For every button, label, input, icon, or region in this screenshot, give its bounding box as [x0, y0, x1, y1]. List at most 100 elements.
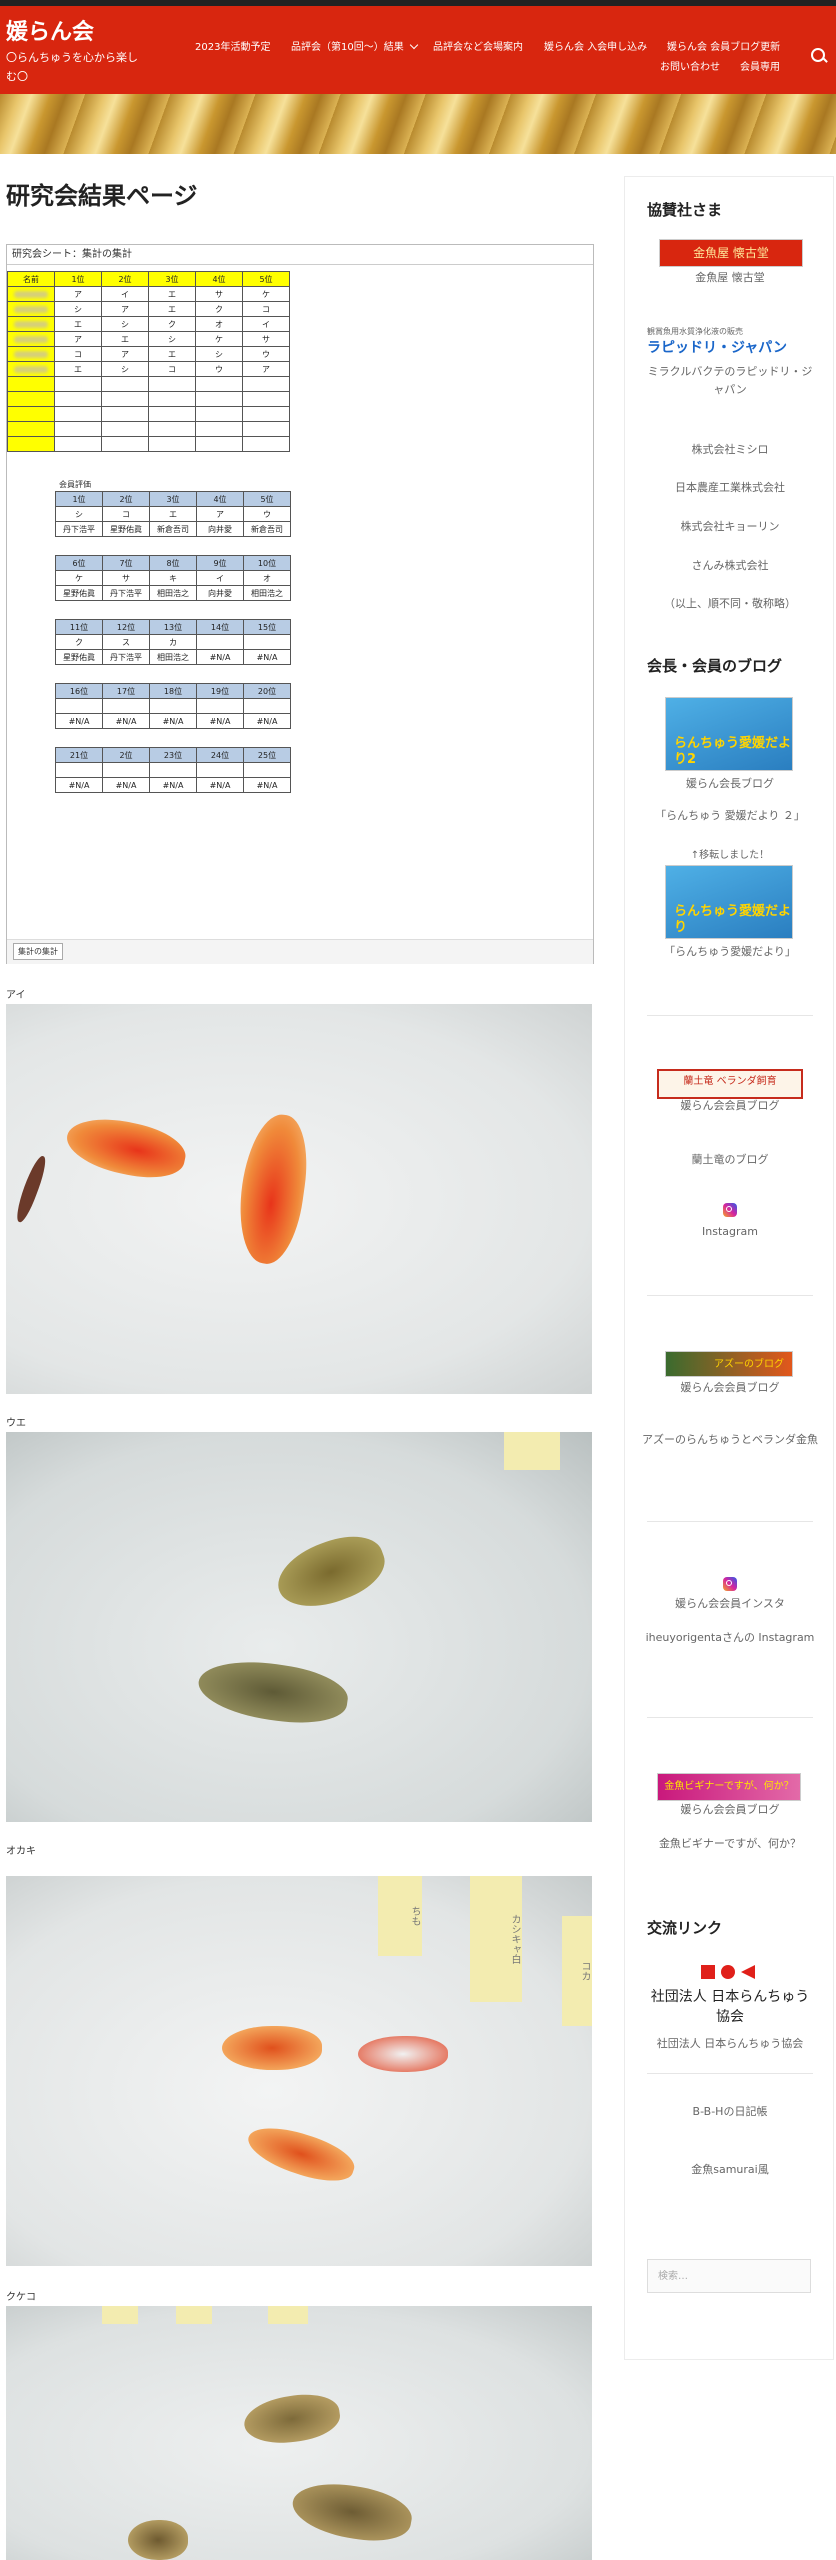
- grid-cell: コ: [242, 301, 290, 317]
- chevron-down-icon: [409, 40, 418, 50]
- nav-item-blog-update[interactable]: 媛らん会 会員ブログ更新: [667, 38, 780, 53]
- result-table-5: 21位 2位 23位 24位 25位 #N/A #N/A #N/A #N/A #N/A: [7, 747, 291, 793]
- exchange-link[interactable]: B-B-Hの日記帳: [625, 2103, 835, 2121]
- fish-photo-3[interactable]: ちも カシキャ白 コカ: [6, 1876, 592, 2266]
- blog-banner[interactable]: アズーのブログ: [665, 1351, 793, 1377]
- blurred-name: [7, 331, 55, 347]
- sponsor-caption[interactable]: 金魚屋 懐古堂: [625, 269, 835, 287]
- rank-header: 2位: [102, 747, 150, 763]
- fish-photo-2[interactable]: [6, 1432, 592, 1822]
- grid-header: 2位: [101, 271, 149, 287]
- sponsor-logo[interactable]: 金魚屋 懐古堂: [659, 239, 803, 267]
- grid-cell: コ: [148, 361, 196, 377]
- association-logo-mark[interactable]: [701, 1963, 759, 1981]
- rank-header: 13位: [149, 619, 197, 635]
- sponsor-caption[interactable]: ミラクルバクテのラピッドリ・ジャパン: [643, 363, 817, 399]
- sidebar-search-input[interactable]: 検索…: [647, 2259, 811, 2293]
- blog-link[interactable]: 金魚ビギナーですが、何か？: [625, 1835, 835, 1853]
- sponsor-logo-text[interactable]: ラピッドリ・ジャパン: [647, 339, 836, 357]
- search-icon[interactable]: [811, 48, 825, 62]
- sheet-footer: [7, 939, 593, 964]
- owner-name: 星野佑眞: [55, 585, 103, 601]
- fish-code: [243, 634, 291, 650]
- owner-name: #N/A: [149, 777, 197, 793]
- grid-header: 4位: [195, 271, 243, 287]
- sponsors-heading: 協賛社さま: [647, 201, 723, 219]
- owner-name: 相田浩之: [243, 585, 291, 601]
- blog-link[interactable]: 「らんちゅう 愛媛だより ２」: [625, 807, 835, 825]
- insta-caption: 媛らん会会員インスタ: [675, 1597, 785, 1610]
- grid-cell: イ: [101, 286, 149, 302]
- sticky-note: [268, 2306, 308, 2324]
- blurred-name: [7, 346, 55, 362]
- blog-link[interactable]: 「らんちゅう愛媛だより」: [625, 943, 835, 961]
- fish-code: [243, 698, 291, 714]
- grid-cell: シ: [101, 316, 149, 332]
- grid-cell: エ: [101, 331, 149, 347]
- grid-cell: ア: [101, 301, 149, 317]
- goldfish: [288, 2475, 416, 2549]
- nav-item-schedule[interactable]: 2023年活動予定: [195, 38, 270, 53]
- fish-code: [102, 698, 150, 714]
- association-logo-text[interactable]: 社団法人 日本らんちゅう協会: [645, 1987, 815, 2027]
- links-heading: 交流リンク: [647, 1919, 723, 1937]
- owner-name: 新倉吾司: [243, 521, 291, 537]
- grid-cell: エ: [54, 316, 102, 332]
- grid-cell: サ: [195, 286, 243, 302]
- rank-header: 9位: [196, 555, 244, 571]
- grid-header: 5位: [242, 271, 290, 287]
- blog-thumbnail[interactable]: らんちゅう愛媛だより: [665, 865, 793, 939]
- blog-link[interactable]: 蘭土竜のブログ: [625, 1151, 835, 1169]
- grid-cell: シ: [195, 346, 243, 362]
- link-caption[interactable]: 社団法人 日本らんちゅう協会: [625, 2035, 835, 2053]
- owner-name: #N/A: [243, 777, 291, 793]
- rank-header: 16位: [55, 683, 103, 699]
- fish-code: [243, 762, 291, 778]
- owner-name: #N/A: [102, 713, 150, 729]
- divider: [647, 2073, 813, 2074]
- goldfish: [231, 1110, 315, 1268]
- grid-cell: ケ: [195, 331, 243, 347]
- fish-photo-4[interactable]: [6, 2306, 592, 2560]
- fish-code: キ: [149, 570, 197, 586]
- grid-cell: エ: [54, 361, 102, 377]
- instagram-icon[interactable]: [723, 1203, 737, 1217]
- blurred-name: [7, 316, 55, 332]
- rank-header: 11位: [55, 619, 103, 635]
- instagram-link[interactable]: Instagram: [625, 1223, 835, 1241]
- fish-code: カ: [149, 634, 197, 650]
- blurred-name: [7, 361, 55, 377]
- owner-name: #N/A: [55, 777, 103, 793]
- owner-name: 星野佑眞: [102, 521, 150, 537]
- nav-item-join[interactable]: 媛らん会 入会申し込み: [544, 38, 647, 53]
- blog-caption: 媛らん会長ブログ: [686, 777, 774, 790]
- nav-item-members[interactable]: 会員専用: [740, 58, 780, 73]
- gold-banner: [0, 94, 836, 154]
- blog-banner[interactable]: 蘭土竜 ベランダ飼育: [657, 1069, 803, 1099]
- instagram-icon[interactable]: [723, 1577, 737, 1591]
- blog-link[interactable]: アズーのらんちゅうとベランダ金魚: [639, 1431, 821, 1449]
- rank-header: 5位: [243, 491, 291, 507]
- insta-link[interactable]: iheuyorigentaさんの Instagram: [625, 1629, 835, 1647]
- vote-grid: 名前 1位 2位 3位 4位 5位 アイエサケ シアエクコ エシクオイ アエシケ…: [7, 271, 290, 452]
- owner-name: 向井愛: [196, 585, 244, 601]
- rank-header: 18位: [149, 683, 197, 699]
- owner-name: #N/A: [196, 713, 244, 729]
- fish-code: [149, 762, 197, 778]
- divider: [647, 1295, 813, 1296]
- rank-header: 24位: [196, 747, 244, 763]
- owner-name: 丹下浩平: [55, 521, 103, 537]
- nav-item-results-label: 品評会（第10回〜）結果: [291, 42, 404, 53]
- exchange-link[interactable]: 金魚samurai風: [625, 2161, 835, 2179]
- nav-item-venue[interactable]: 品評会など会場案内: [433, 38, 523, 53]
- fish-code: コ: [102, 506, 150, 522]
- blog-caption: 媛らん会会員ブログ: [680, 1099, 780, 1112]
- sticky-note: ちも: [378, 1876, 422, 1956]
- result-table-3: 11位 12位 13位 14位 15位 クスカ 星野佑眞 丹下浩平 相田浩之 #N/A #N/A: [7, 619, 291, 665]
- nav-item-results[interactable]: 品評会（第10回〜）結果: [291, 38, 418, 53]
- nav-item-contact[interactable]: お問い合わせ: [660, 58, 720, 73]
- fish-photo-1[interactable]: [6, 1004, 592, 1394]
- blog-thumbnail[interactable]: らんちゅう愛媛だより2: [665, 697, 793, 771]
- blog-banner[interactable]: 金魚ビギナーですが、何か？: [657, 1773, 801, 1801]
- site-title[interactable]: 媛らん会: [6, 14, 94, 46]
